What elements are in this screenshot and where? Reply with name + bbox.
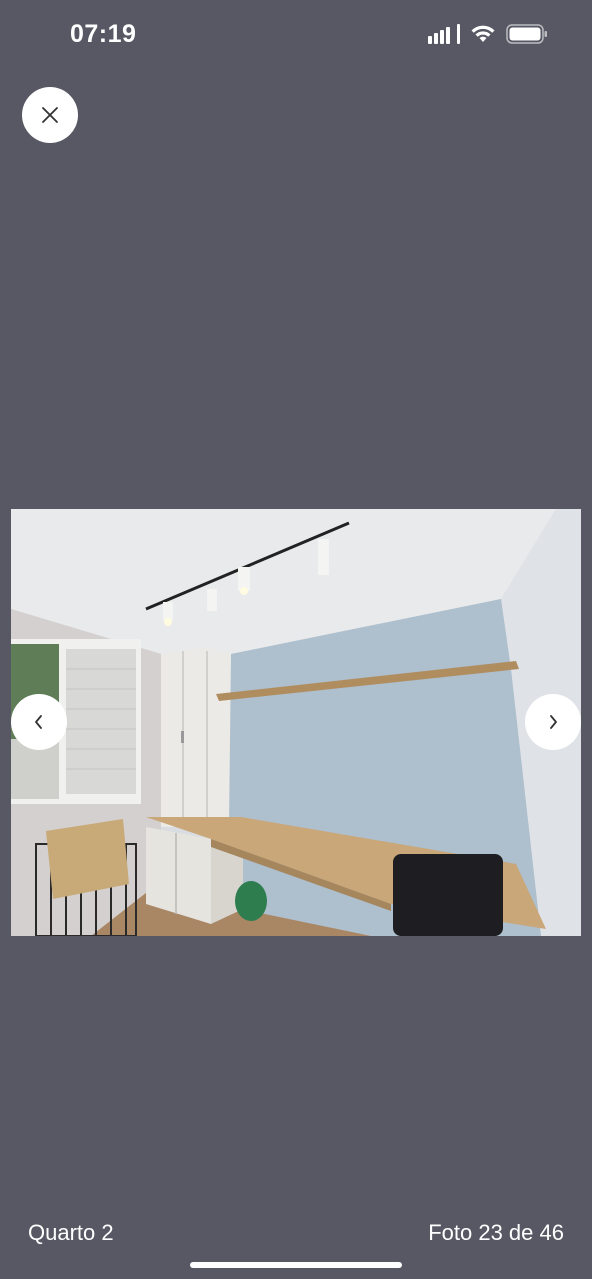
room-photo[interactable] (11, 509, 581, 936)
close-icon (42, 107, 58, 123)
status-icons (428, 24, 548, 44)
photo-caption: Quarto 2 (28, 1220, 114, 1245)
photo-counter: Foto 23 de 46 (428, 1220, 564, 1245)
status-time: 07:19 (70, 20, 137, 48)
room-photo-illustration (11, 509, 581, 936)
chevron-right-icon (550, 715, 557, 729)
home-indicator[interactable] (190, 1262, 402, 1268)
wifi-icon (471, 25, 495, 42)
next-photo-button[interactable] (525, 694, 581, 750)
battery-icon (506, 24, 547, 44)
previous-photo-button[interactable] (11, 694, 67, 750)
status-bar: 07:19 (0, 0, 592, 70)
close-button[interactable] (22, 87, 78, 143)
cellular-signal-icon (428, 24, 460, 44)
chevron-left-icon (35, 715, 42, 729)
photo-viewer-screen: 07:19 Quarto 2 Foto 23 de 46 (0, 0, 592, 1279)
